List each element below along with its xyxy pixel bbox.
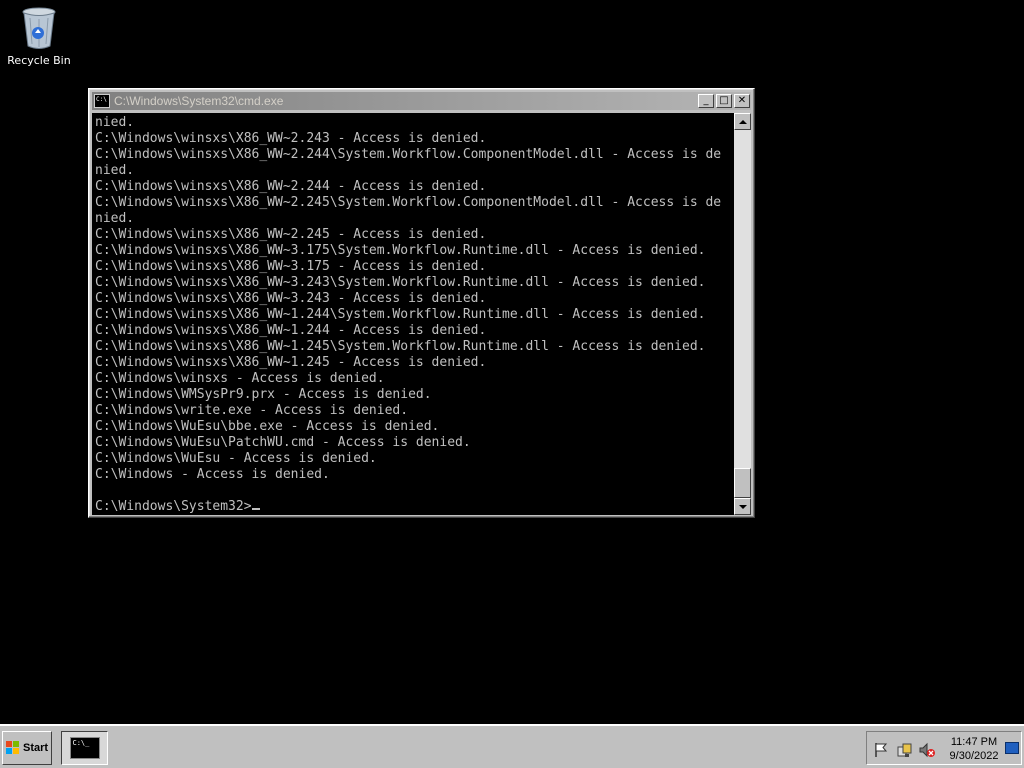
console-line: C:\Windows\winsxs\X86_WW~1.244 - Access … [95, 323, 487, 338]
console-line: C:\Windows\winsxs\X86_WW~2.245 - Access … [95, 227, 487, 242]
scroll-thumb[interactable] [734, 468, 751, 498]
console-line: C:\Windows\WuEsu\PatchWU.cmd - Access is… [95, 435, 471, 450]
taskbar-cmd-button[interactable]: C:\_ [61, 731, 108, 765]
console-line: nied. [95, 115, 135, 130]
window-title: C:\Windows\System32\cmd.exe [114, 94, 284, 108]
console-line: C:\Windows\winsxs\X86_WW~3.243 - Access … [95, 291, 487, 306]
scroll-down-button[interactable] [734, 498, 751, 515]
start-label: Start [23, 742, 49, 754]
action-center-flag-icon[interactable] [873, 742, 889, 758]
console-line: C:\Windows\winsxs\X86_WW~2.243 - Access … [95, 131, 487, 146]
recycle-bin-shortcut[interactable]: Recycle Bin [6, 6, 72, 67]
window-titlebar[interactable]: C:\ C:\Windows\System32\cmd.exe _ □ ✕ [92, 92, 751, 110]
console-line: C:\Windows\winsxs\X86_WW~2.244\System.Wo… [95, 147, 722, 162]
windows-logo-icon [6, 741, 20, 755]
console-line: C:\Windows\winsxs\X86_WW~3.175 - Access … [95, 259, 487, 274]
console-line: C:\Windows\winsxs\X86_WW~2.245\System.Wo… [95, 195, 722, 210]
network-icon[interactable] [897, 742, 913, 758]
show-desktop-button[interactable] [1005, 742, 1019, 754]
maximize-button[interactable]: □ [716, 94, 732, 108]
cmd-window[interactable]: C:\ C:\Windows\System32\cmd.exe _ □ ✕ ni… [88, 88, 755, 518]
console-line: C:\Windows\winsxs\X86_WW~3.175\System.Wo… [95, 243, 706, 258]
console-line: C:\Windows\winsxs\X86_WW~2.244 - Access … [95, 179, 487, 194]
console-line: nied. [95, 211, 135, 226]
console-line: C:\Windows\winsxs\X86_WW~1.245 - Access … [95, 355, 487, 370]
console-line: C:\Windows\winsxs\X86_WW~1.244\System.Wo… [95, 307, 706, 322]
system-tray: 11:47 PM 9/30/2022 [866, 731, 1022, 765]
console-line: C:\Windows\write.exe - Access is denied. [95, 403, 409, 418]
minimize-button[interactable]: _ [698, 94, 714, 108]
console-text: nied. C:\Windows\winsxs\X86_WW~2.243 - A… [92, 113, 734, 515]
start-button[interactable]: Start [2, 731, 52, 765]
console-line: C:\Windows\winsxs\X86_WW~3.243\System.Wo… [95, 275, 706, 290]
clock[interactable]: 11:47 PM 9/30/2022 [943, 735, 1005, 763]
console-output[interactable]: nied. C:\Windows\winsxs\X86_WW~2.243 - A… [92, 113, 734, 515]
console-line: nied. [95, 163, 135, 178]
console-line: C:\Windows - Access is denied. [95, 467, 330, 482]
cmd-icon-text: C:\_ [72, 739, 90, 747]
volume-muted-icon[interactable] [919, 742, 935, 758]
text-cursor [251, 508, 260, 510]
arrow-down-icon [738, 504, 747, 509]
clock-date: 9/30/2022 [949, 750, 999, 762]
cmd-app-icon[interactable]: C:\ [94, 94, 110, 108]
recycle-bin-label: Recycle Bin [7, 54, 71, 67]
clock-time: 11:47 PM [950, 736, 998, 748]
command-prompt[interactable]: C:\Windows\System32> [95, 499, 252, 514]
vertical-scrollbar[interactable] [734, 113, 751, 515]
console-line: C:\Windows\WMSysPr9.prx - Access is deni… [95, 387, 432, 402]
cmd-icon: C:\_ [69, 737, 100, 759]
arrow-up-icon [738, 119, 747, 124]
console-line: C:\Windows\winsxs - Access is denied. [95, 371, 385, 386]
console-line: C:\Windows\winsxs\X86_WW~1.245\System.Wo… [95, 339, 706, 354]
recycle-bin-icon [22, 7, 56, 49]
console-line: C:\Windows\WuEsu - Access is denied. [95, 451, 377, 466]
taskbar: Start C:\_ 11:47 PM 9/30/2022 [0, 724, 1024, 768]
console-line: C:\Windows\WuEsu\bbe.exe - Access is den… [95, 419, 440, 434]
close-button[interactable]: ✕ [734, 94, 750, 108]
scroll-up-button[interactable] [734, 113, 751, 130]
